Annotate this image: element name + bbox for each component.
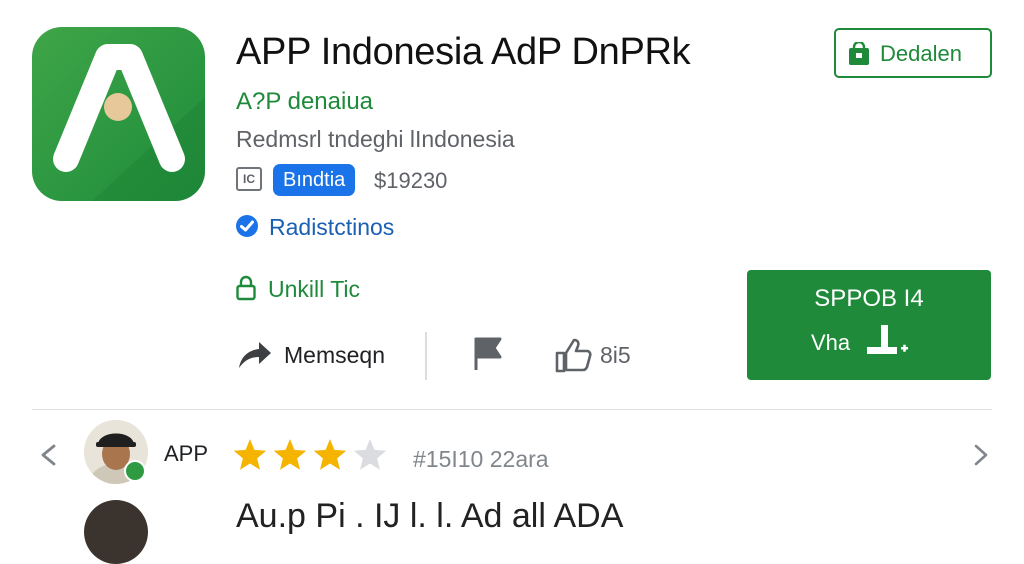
share-label[interactable]: Memseqn xyxy=(284,340,385,370)
download-tray-icon xyxy=(867,325,908,354)
category-chip[interactable]: Bındtia xyxy=(273,164,356,196)
permission-label[interactable]: Unkill Tic xyxy=(268,274,360,304)
chevron-right-icon[interactable] xyxy=(970,442,992,468)
thumbs-up-icon[interactable] xyxy=(554,337,592,373)
app-icon xyxy=(32,27,205,201)
lock-icon xyxy=(236,275,256,301)
content-rating-badge: IC xyxy=(236,167,262,191)
star-filled-icon xyxy=(233,439,267,470)
install-button-label: Dedalen xyxy=(880,41,962,66)
shopping-bag-icon xyxy=(849,42,869,65)
chevron-left-icon[interactable] xyxy=(36,442,62,468)
letter-a-logo-icon xyxy=(53,44,205,201)
star-filled-icon xyxy=(313,439,347,470)
star-empty-icon xyxy=(353,439,387,470)
promo-action-button[interactable]: SPPOB I4 Vha xyxy=(747,270,991,380)
verified-label[interactable]: Radistctinos xyxy=(269,212,394,242)
online-badge-icon xyxy=(124,460,146,482)
promo-subtitle: Vha xyxy=(811,330,851,355)
price-text: $19230 xyxy=(374,168,448,193)
share-icon[interactable] xyxy=(235,336,273,372)
developer-link[interactable]: A?P denaiua xyxy=(236,87,373,117)
flag-icon[interactable] xyxy=(472,336,504,372)
star-filled-icon xyxy=(273,439,307,470)
next-review-text: Au.p Pi . IJ l. l. Ad all ADA xyxy=(236,497,624,535)
review-meta: #15I10 22ara xyxy=(413,446,549,472)
app-title: APP Indonesia AdP DnPRk xyxy=(236,31,691,73)
star-rating xyxy=(233,439,387,470)
reviewer-name: APP xyxy=(164,441,209,466)
verified-check-icon xyxy=(236,215,258,237)
likes-count: 8i5 xyxy=(600,342,631,368)
section-divider xyxy=(32,409,992,410)
app-subtitle: Redmsrl tndeghi lIndonesia xyxy=(236,126,515,152)
next-reviewer-avatar[interactable] xyxy=(84,500,148,564)
action-divider xyxy=(425,332,427,380)
install-button[interactable]: Dedalen xyxy=(834,28,992,78)
promo-title: SPPOB I4 xyxy=(814,285,924,312)
